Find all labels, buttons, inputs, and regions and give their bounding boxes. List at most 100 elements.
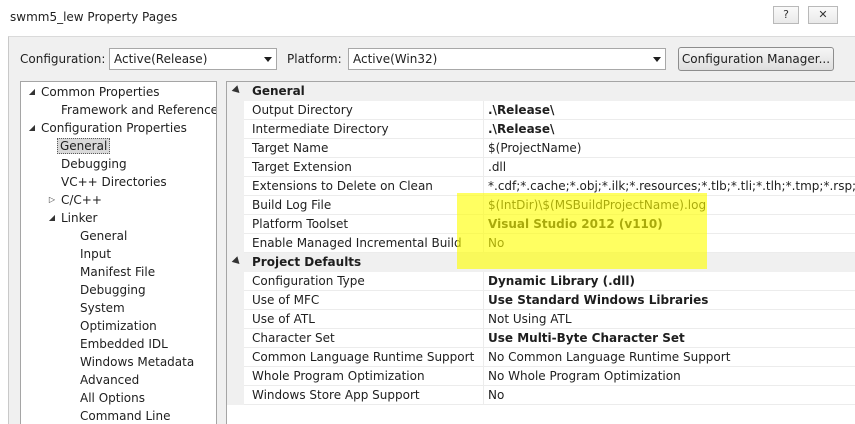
column-divider bbox=[483, 215, 484, 234]
property-name: Windows Store App Support bbox=[252, 388, 420, 402]
tree-item-optimization[interactable]: Optimization bbox=[80, 317, 157, 335]
row-gutter bbox=[227, 101, 244, 120]
tree-item-system[interactable]: System bbox=[80, 299, 125, 317]
property-name: Whole Program Optimization bbox=[252, 369, 425, 383]
property-value[interactable]: .dll bbox=[488, 160, 855, 174]
property-grid[interactable]: General Output Directory .\Release\ Inte… bbox=[226, 81, 855, 424]
tree-item-windows-metadata[interactable]: Windows Metadata bbox=[80, 353, 194, 371]
category-label: General bbox=[252, 84, 305, 98]
row-gutter bbox=[227, 215, 244, 234]
configuration-manager-button[interactable]: Configuration Manager... bbox=[678, 47, 834, 71]
property-tree[interactable]: ◢ Common Properties Framework and Refere… bbox=[20, 81, 217, 424]
property-value[interactable]: .\Release\ bbox=[488, 122, 855, 136]
property-value[interactable]: .\Release\ bbox=[488, 103, 855, 117]
column-divider bbox=[483, 177, 484, 196]
tree-item-framework-references[interactable]: Framework and References bbox=[61, 101, 216, 119]
row-gutter bbox=[227, 196, 244, 215]
property-row[interactable]: Whole Program Optimization No Whole Prog… bbox=[227, 367, 855, 386]
property-value[interactable]: $(IntDir)\$(MSBuildProjectName).log bbox=[488, 198, 855, 212]
tree-item-label: VC++ Directories bbox=[61, 175, 167, 189]
tree-item-linker-debugging[interactable]: Debugging bbox=[80, 281, 146, 299]
dialog-body: Configuration: Active(Release) Platform:… bbox=[8, 36, 855, 424]
property-name: Platform Toolset bbox=[252, 217, 349, 231]
tree-item-debugging[interactable]: Debugging bbox=[61, 155, 127, 173]
tree-item-label: Command Line bbox=[80, 409, 171, 423]
property-row[interactable]: Use of MFC Use Standard Windows Librarie… bbox=[227, 291, 855, 310]
tree-item-configuration-properties[interactable]: ◢ Configuration Properties bbox=[29, 119, 187, 137]
property-value[interactable]: No Common Language Runtime Support bbox=[488, 350, 855, 364]
property-name: Enable Managed Incremental Build bbox=[252, 236, 462, 250]
property-row[interactable]: Build Log File $(IntDir)\$(MSBuildProjec… bbox=[227, 196, 855, 215]
tree-item-embedded-idl[interactable]: Embedded IDL bbox=[80, 335, 168, 353]
row-gutter bbox=[227, 310, 244, 329]
tree-item-common-properties[interactable]: ◢ Common Properties bbox=[29, 83, 160, 101]
column-divider bbox=[483, 158, 484, 177]
property-value[interactable]: Use Multi-Byte Character Set bbox=[488, 331, 855, 345]
property-row[interactable]: Use of ATL Not Using ATL bbox=[227, 310, 855, 329]
property-row[interactable]: Windows Store App Support No bbox=[227, 386, 855, 405]
row-gutter bbox=[227, 177, 244, 196]
property-row[interactable]: Extensions to Delete on Clean *.cdf;*.ca… bbox=[227, 177, 855, 196]
tree-item-advanced[interactable]: Advanced bbox=[80, 371, 139, 389]
property-value[interactable]: $(ProjectName) bbox=[488, 141, 855, 155]
configuration-value: Active(Release) bbox=[114, 52, 208, 66]
property-value[interactable]: No Whole Program Optimization bbox=[488, 369, 855, 383]
column-divider bbox=[483, 291, 484, 310]
window-title: swmm5_lew Property Pages bbox=[10, 10, 178, 24]
tree-item-linker-input[interactable]: Input bbox=[80, 245, 111, 263]
property-row[interactable]: Target Name $(ProjectName) bbox=[227, 139, 855, 158]
tree-item-label: Windows Metadata bbox=[80, 355, 195, 369]
tree-item-label: System bbox=[80, 301, 125, 315]
property-value[interactable]: No bbox=[488, 236, 855, 250]
property-row[interactable]: Common Language Runtime Support No Commo… bbox=[227, 348, 855, 367]
configuration-dropdown[interactable]: Active(Release) bbox=[109, 48, 277, 70]
row-gutter bbox=[227, 329, 244, 348]
property-name: Build Log File bbox=[252, 198, 332, 212]
tree-item-label: Optimization bbox=[80, 319, 157, 333]
platform-dropdown[interactable]: Active(Win32) bbox=[348, 48, 666, 70]
close-button[interactable]: ✕ bbox=[808, 6, 838, 24]
tree-item-c-cpp[interactable]: ▷ C/C++ bbox=[49, 191, 102, 209]
property-row[interactable]: Output Directory .\Release\ bbox=[227, 101, 855, 120]
tree-item-manifest-file[interactable]: Manifest File bbox=[80, 263, 155, 281]
tree-item-all-options[interactable]: All Options bbox=[80, 389, 145, 407]
tree-item-vc-directories[interactable]: VC++ Directories bbox=[61, 173, 167, 191]
property-row[interactable]: Character Set Use Multi-Byte Character S… bbox=[227, 329, 855, 348]
expanded-icon[interactable]: ◢ bbox=[27, 87, 37, 97]
property-value[interactable]: Dynamic Library (.dll) bbox=[488, 274, 855, 288]
collapse-icon[interactable] bbox=[231, 85, 243, 96]
category-project-defaults[interactable]: Project Defaults bbox=[227, 253, 855, 272]
tree-item-command-line[interactable]: Command Line bbox=[80, 407, 171, 424]
property-row[interactable]: Platform Toolset Visual Studio 2012 (v11… bbox=[227, 215, 855, 234]
column-divider bbox=[483, 348, 484, 367]
property-row[interactable]: Configuration Type Dynamic Library (.dll… bbox=[227, 272, 855, 291]
property-name: Character Set bbox=[252, 331, 335, 345]
platform-label: Platform: bbox=[287, 52, 342, 66]
expanded-icon[interactable]: ◢ bbox=[27, 123, 37, 133]
property-name: Common Language Runtime Support bbox=[252, 350, 475, 364]
collapse-icon[interactable] bbox=[231, 256, 243, 267]
property-value[interactable]: No bbox=[488, 388, 855, 402]
tree-item-linker[interactable]: ◢ Linker bbox=[49, 209, 98, 227]
collapsed-icon[interactable]: ▷ bbox=[47, 195, 57, 205]
property-value[interactable]: Visual Studio 2012 (v110) bbox=[488, 217, 855, 231]
expanded-icon[interactable]: ◢ bbox=[47, 213, 57, 223]
column-divider bbox=[483, 272, 484, 291]
property-value[interactable]: Use Standard Windows Libraries bbox=[488, 293, 855, 307]
row-gutter bbox=[227, 386, 244, 405]
property-value[interactable]: Not Using ATL bbox=[488, 312, 855, 326]
property-row[interactable]: Enable Managed Incremental Build No bbox=[227, 234, 855, 253]
category-general[interactable]: General bbox=[227, 82, 855, 101]
row-gutter bbox=[227, 272, 244, 291]
tree-item-label: Debugging bbox=[80, 283, 146, 297]
property-name: Target Name bbox=[252, 141, 329, 155]
property-name: Use of MFC bbox=[252, 293, 320, 307]
column-divider bbox=[483, 386, 484, 405]
property-name: Configuration Type bbox=[252, 274, 365, 288]
property-value[interactable]: *.cdf;*.cache;*.obj;*.ilk;*.resources;*.… bbox=[488, 179, 855, 193]
property-row[interactable]: Target Extension .dll bbox=[227, 158, 855, 177]
property-row[interactable]: Intermediate Directory .\Release\ bbox=[227, 120, 855, 139]
tree-item-general-selected[interactable]: General bbox=[57, 137, 111, 155]
tree-item-linker-general[interactable]: General bbox=[80, 227, 127, 245]
help-button[interactable]: ? bbox=[773, 6, 799, 24]
